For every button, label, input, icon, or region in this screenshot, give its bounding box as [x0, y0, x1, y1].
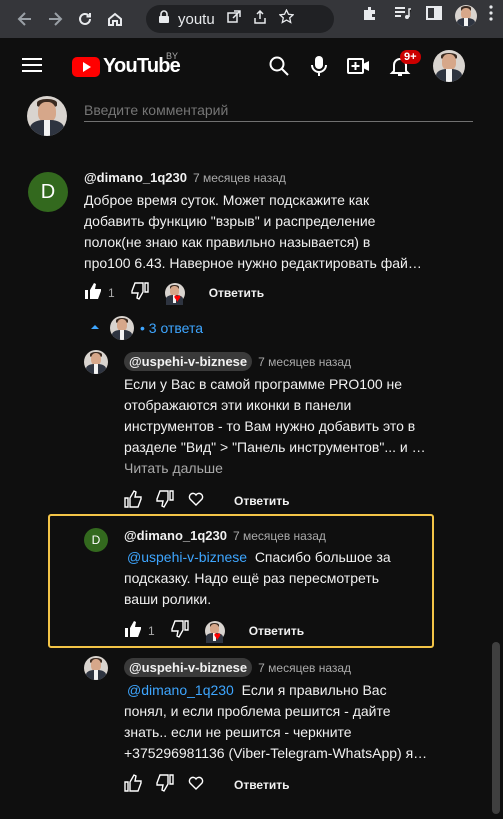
mention-link[interactable]: @dimano_1q230	[127, 682, 234, 698]
commenter-avatar[interactable]: D	[28, 172, 68, 212]
extensions-icon[interactable]	[361, 4, 379, 27]
comment-line: полок(не знаю как правильно называется) …	[84, 234, 371, 250]
like-icon[interactable]	[124, 773, 142, 797]
comment-line: Доброе время суток. Может подскажите как	[84, 192, 370, 208]
reply-text: Если у Вас в самой программе PRO100 не о…	[124, 374, 474, 458]
share-icon[interactable]	[253, 9, 267, 29]
reply-line: знать.. если не решится - черкните	[124, 724, 352, 740]
replies-count-text: 3 ответа	[148, 320, 204, 336]
like-filled-icon[interactable]	[84, 282, 102, 305]
reply-line: +375296981136 (Viber-Telegram-WhatsApp) …	[124, 745, 428, 761]
reply-line: инструментов - то Вам нужно добавить это…	[124, 418, 416, 434]
reply-avatar[interactable]: D	[84, 528, 108, 552]
current-user-avatar	[27, 96, 67, 136]
avatar-letter: D	[91, 533, 101, 547]
more-vert-icon[interactable]	[489, 5, 493, 26]
like-count: 1	[108, 286, 115, 300]
heart-outline-icon[interactable]	[188, 492, 204, 511]
browser-profile-avatar[interactable]	[455, 4, 477, 27]
reply-author-channel[interactable]: @uspehi-v-biznese	[124, 658, 253, 677]
create-video-icon[interactable]	[347, 55, 371, 79]
read-more-link[interactable]: Читать дальше	[124, 460, 223, 476]
collapse-arrow-icon	[90, 319, 100, 337]
dislike-icon[interactable]	[170, 619, 189, 643]
reply-avatar[interactable]	[84, 350, 108, 374]
reply-header: @uspehi-v-biznese 7 месяцев назад	[124, 658, 351, 677]
like-filled-icon[interactable]	[124, 620, 142, 643]
reply-line: отображаются эти иконки в панели	[124, 397, 352, 413]
youtube-logo[interactable]: YouTube BY	[72, 51, 181, 78]
dislike-icon[interactable]	[156, 489, 174, 513]
reply-time[interactable]: 7 месяцев назад	[258, 661, 351, 675]
reply-author-channel[interactable]: @uspehi-v-biznese	[124, 352, 253, 371]
creator-heart-icon: ♥	[204, 621, 225, 643]
comment-line: про100 6.43. Наверное нужно редактироват…	[84, 255, 422, 271]
replier-avatar-small	[110, 316, 134, 340]
reply-text: @uspehi-v-biznese Спасибо большое за под…	[124, 547, 424, 610]
country-code: BY	[166, 51, 179, 61]
page-scrollbar-thumb[interactable]	[492, 642, 500, 814]
mention-link[interactable]: @uspehi-v-biznese	[127, 549, 247, 565]
reply-line: ваши ролики.	[124, 591, 212, 607]
reply-line: Если у Вас в самой программе PRO100 не	[124, 376, 403, 392]
browser-toolbar: youtu	[0, 0, 503, 38]
reply-header: @dimano_1q230 7 месяцев назад	[124, 528, 326, 543]
reply-actions: Ответить	[124, 489, 289, 513]
reply-button[interactable]: Ответить	[209, 286, 264, 300]
reply-avatar[interactable]	[84, 656, 108, 680]
reply-actions: 1 ♥ Ответить	[124, 619, 304, 643]
reply-line: @uspehi-v-biznese Спасибо большое за	[124, 547, 424, 568]
lock-icon	[158, 9, 170, 29]
back-icon[interactable]	[10, 4, 40, 34]
reply-author[interactable]: @dimano_1q230	[124, 528, 227, 543]
dislike-icon[interactable]	[130, 281, 149, 305]
like-icon[interactable]	[124, 489, 142, 513]
reply-actions: Ответить	[124, 773, 289, 797]
like-count: 1	[148, 624, 155, 638]
heart-outline-icon[interactable]	[188, 776, 204, 795]
reply-time[interactable]: 7 месяцев назад	[233, 529, 326, 543]
reply-line: понял, и если проблема решится - дайте	[124, 703, 391, 719]
reply-line: подсказку. Надо ещё раз пересмотреть	[124, 570, 380, 586]
creator-heart-icon: ♥	[164, 283, 185, 305]
comment-text: Доброе время суток. Может подскажите как…	[84, 190, 464, 274]
replies-count-label: • 3 ответа	[140, 320, 204, 336]
replies-toggle[interactable]: • 3 ответа	[90, 316, 203, 340]
url-text: youtu	[178, 10, 215, 28]
reply-button[interactable]: Ответить	[234, 778, 289, 792]
reply-line: разделе "Вид" > "Панель инструментов"...…	[124, 439, 426, 455]
home-icon[interactable]	[100, 4, 130, 34]
reply-button[interactable]: Ответить	[249, 624, 304, 638]
avatar-letter: D	[40, 180, 56, 203]
open-in-new-icon[interactable]	[226, 9, 241, 29]
youtube-header: YouTube BY 9+	[0, 38, 489, 96]
side-panel-icon[interactable]	[425, 4, 443, 27]
microphone-icon[interactable]	[309, 55, 333, 79]
youtube-play-icon	[72, 56, 100, 77]
search-icon[interactable]	[268, 55, 292, 79]
bookmark-star-icon[interactable]	[278, 8, 295, 29]
reply-time[interactable]: 7 месяцев назад	[258, 355, 351, 369]
comment-actions: 1 ♥ Ответить	[84, 281, 264, 305]
reply-text: @dimano_1q230 Если я правильно Вас понял…	[124, 680, 479, 764]
account-avatar[interactable]	[433, 50, 465, 82]
reply-header: @uspehi-v-biznese 7 месяцев назад	[124, 352, 351, 371]
comment-time[interactable]: 7 месяцев назад	[193, 171, 286, 185]
comment-author[interactable]: @dimano_1q230	[84, 170, 187, 185]
reply-line-rest: Спасибо большое за	[247, 549, 391, 565]
reply-line: @dimano_1q230 Если я правильно Вас	[124, 680, 479, 701]
notification-count-badge: 9+	[400, 50, 421, 64]
address-bar[interactable]: youtu	[146, 5, 334, 33]
menu-icon[interactable]	[22, 58, 42, 72]
dislike-icon[interactable]	[156, 773, 174, 797]
comment-input[interactable]	[84, 98, 473, 122]
reply-line-rest: Если я правильно Вас	[233, 682, 387, 698]
forward-icon[interactable]	[40, 4, 70, 34]
media-playlist-icon[interactable]	[393, 4, 411, 27]
reply-button[interactable]: Ответить	[234, 494, 289, 508]
reload-icon[interactable]	[70, 4, 100, 34]
comment-header: @dimano_1q230 7 месяцев назад	[84, 170, 286, 185]
comment-line: добавить функцию "взрыв" и распределение	[84, 213, 376, 229]
